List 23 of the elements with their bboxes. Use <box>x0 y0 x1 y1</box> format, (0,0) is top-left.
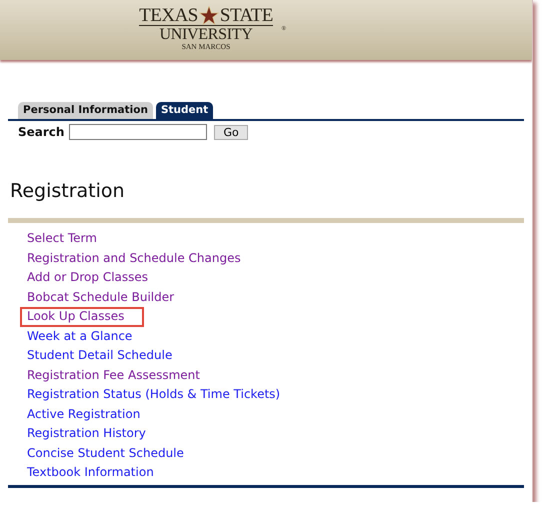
logo-text: STATE <box>220 6 273 25</box>
menu-link[interactable]: Registration and Schedule Changes <box>20 248 248 268</box>
menu-link[interactable]: Add or Drop Classes <box>20 268 156 288</box>
menu-link[interactable]: Week at a Glance <box>20 326 140 346</box>
menu-link[interactable]: Student Detail Schedule <box>20 346 180 366</box>
menu-link[interactable]: Registration Status (Holds & Time Tickets) <box>20 385 288 404</box>
menu-link[interactable]: Active Registration <box>20 404 148 424</box>
search-label: Search <box>18 125 64 139</box>
menu-link[interactable]: Bobcat Schedule Builder <box>20 288 182 307</box>
go-button[interactable]: Go <box>214 124 248 140</box>
tab[interactable]: Student <box>156 102 214 119</box>
logo-text: TEXAS <box>139 6 198 25</box>
menu-link[interactable]: Registration Fee Assessment <box>20 366 207 385</box>
menu-link[interactable]: Registration History <box>20 424 153 444</box>
logo-text: UNIVERSITY <box>160 26 252 43</box>
page-heading: Registration <box>9 180 126 202</box>
menu-link[interactable]: Select Term <box>20 229 104 248</box>
star-icon <box>198 6 219 25</box>
menu-link[interactable]: Look Up Classes <box>20 307 144 326</box>
menu-link[interactable]: Textbook Information <box>20 463 161 482</box>
tab[interactable]: Personal Information <box>18 102 153 119</box>
menu-link[interactable]: Concise Student Schedule <box>20 444 191 463</box>
search-field[interactable] <box>69 124 208 140</box>
